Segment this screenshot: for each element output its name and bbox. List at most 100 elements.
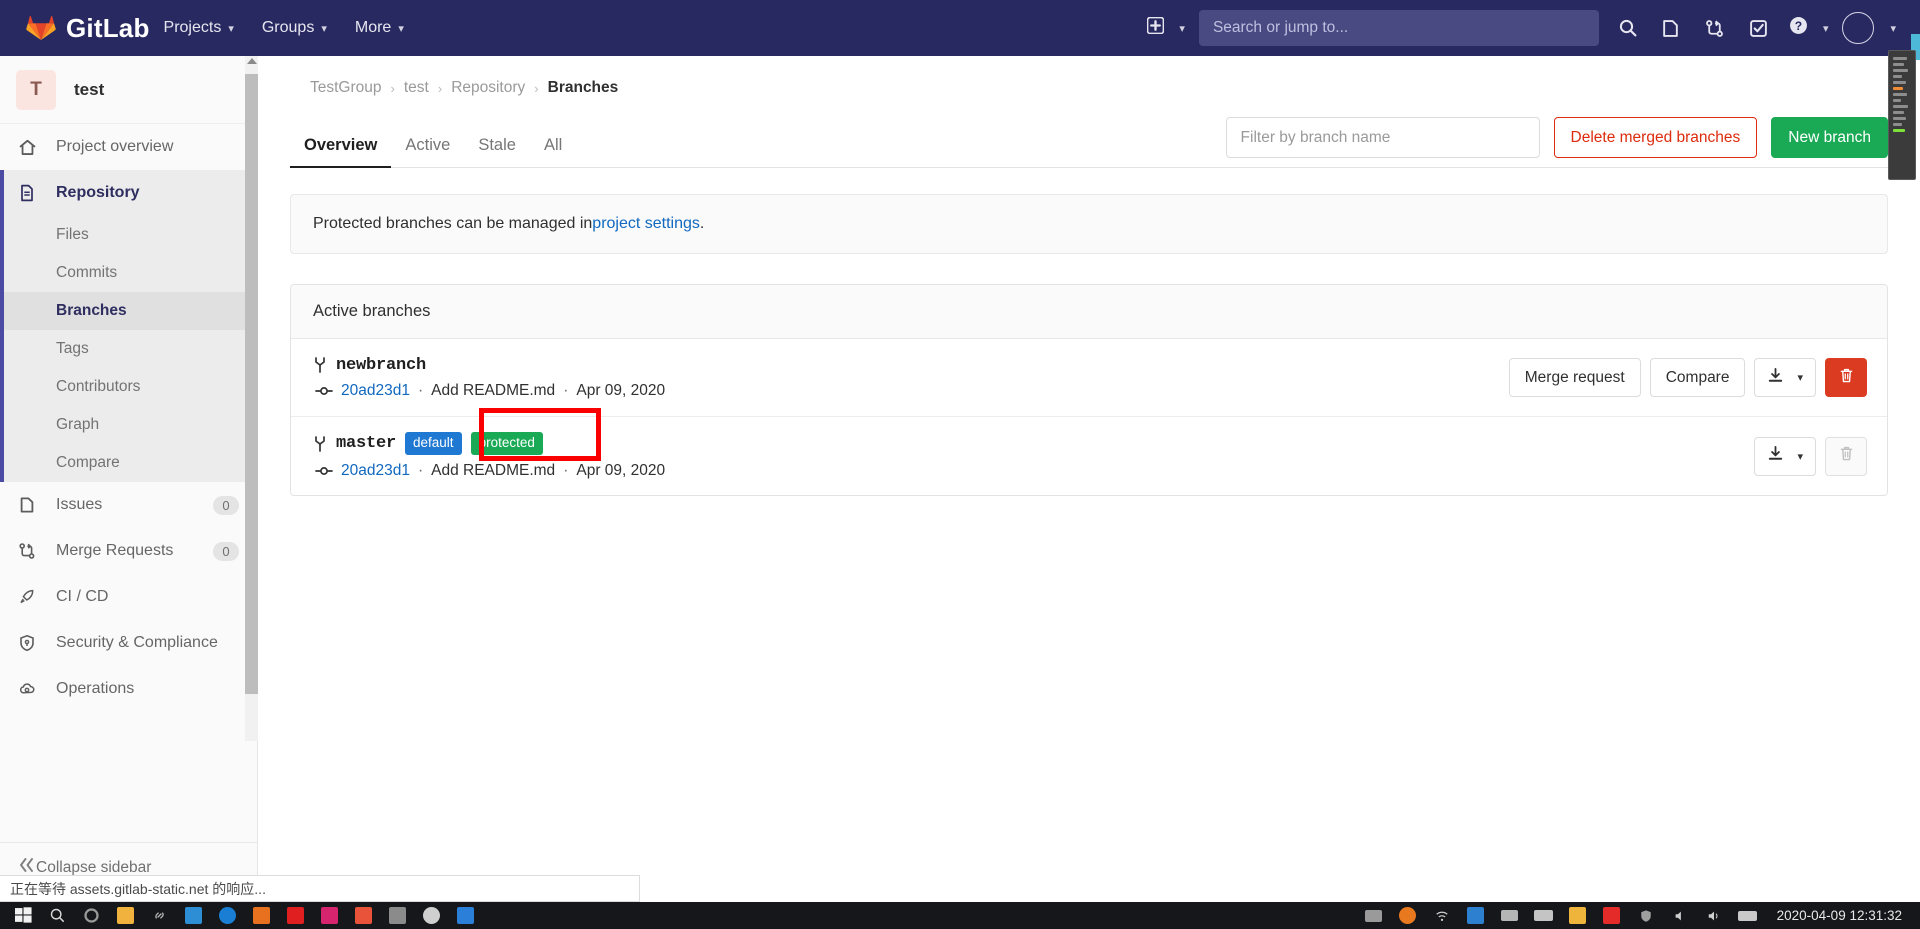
start-icon[interactable] [6,902,40,929]
sidebar-item-commits[interactable]: Commits [0,254,257,292]
sidebar-scrollbar-thumb[interactable] [245,74,258,694]
sidebar-item-count: 0 [213,541,239,561]
folder-icon[interactable] [108,902,142,929]
network-icon[interactable] [1425,902,1459,929]
window-icon[interactable] [1493,902,1527,929]
sidebar-item-tags[interactable]: Tags [0,330,257,368]
sidebar-item-ci-cd[interactable]: CI / CD [0,574,257,620]
project-header[interactable]: T test [0,56,257,124]
video-icon[interactable] [278,902,312,929]
volume-icon[interactable] [1697,902,1731,929]
nav-groups[interactable]: Groups ▾ [248,0,341,56]
tab-overview[interactable]: Overview [290,136,392,168]
compare-button[interactable]: Compare [1649,358,1746,397]
sidebar-item-contributors[interactable]: Contributors [0,368,257,406]
search-icon[interactable] [1607,10,1649,46]
commit-sha-link[interactable]: 20ad23d1 [341,462,410,480]
sidebar-item-security-compliance[interactable]: Security & Compliance [0,620,257,666]
breadcrumb-item-group[interactable]: TestGroup [310,79,382,97]
status-badge-protected: protected [470,432,543,455]
chrome-icon[interactable] [414,902,448,929]
breadcrumb-item-project[interactable]: test [404,79,429,97]
gitlab-logo-link[interactable]: GitLab [26,12,150,45]
taskbar-clock[interactable]: 2020-04-09 12:31:32 [1765,908,1914,923]
project-settings-link[interactable]: project settings [592,215,700,233]
cortana-icon[interactable] [74,902,108,929]
sidebar-item-operations[interactable]: Operations [0,666,257,712]
battery-icon[interactable] [1731,902,1765,929]
windows-taskbar: 2020-04-09 12:31:32 [0,902,1920,929]
merge-request-icon[interactable] [1693,8,1737,48]
new-item-button[interactable]: ▾ [1141,8,1191,48]
branch-name[interactable]: newbranch [336,356,426,375]
delete-merged-branches-button[interactable]: Delete merged branches [1553,117,1758,158]
delete-branch-button[interactable] [1825,358,1867,397]
sidebar-item-repository[interactable]: Repository [0,170,257,216]
sidebar-item-label: Project overview [56,138,174,155]
download-source-code-dropdown[interactable]: ▾ [1754,358,1816,397]
sidebar-scrollbar[interactable] [245,56,258,741]
sidebar-subitem-label: Contributors [56,378,141,395]
todos-icon[interactable] [1737,8,1781,48]
sidebar-item-files[interactable]: Files [0,216,257,254]
sidebar-item-compare[interactable]: Compare [0,444,257,482]
sidebar-item-graph[interactable]: Graph [0,406,257,444]
notes-icon[interactable] [244,902,278,929]
branch-name[interactable]: master [336,434,396,453]
tab-stale[interactable]: Stale [464,136,530,168]
shop-icon[interactable] [312,902,346,929]
merge-request-button[interactable]: Merge request [1508,358,1641,397]
sidebar-item-merge-requests[interactable]: Merge Requests 0 [0,528,257,574]
nav-more[interactable]: More ▾ [341,0,418,56]
help-menu-button[interactable]: ? ▾ [1781,8,1837,48]
breadcrumb: TestGroup › test › Repository › Branches [258,66,1920,110]
nav-projects[interactable]: Projects ▾ [150,0,248,56]
chevron-down-icon: ▾ [1797,372,1803,384]
folder2-icon[interactable] [1561,902,1595,929]
sidebar-item-count: 0 [213,495,239,515]
adobe-icon[interactable] [346,902,380,929]
sidebar-item-project-overview[interactable]: Project overview [0,124,257,170]
mail-icon[interactable] [1595,902,1629,929]
bluetooth-icon[interactable] [1459,902,1493,929]
firefox-icon[interactable] [1391,902,1425,929]
issues-icon [18,496,42,514]
store-icon[interactable] [448,902,482,929]
breadcrumb-item-repository[interactable]: Repository [451,79,525,97]
sidebar-item-issues[interactable]: Issues 0 [0,482,257,528]
global-search-box[interactable] [1198,10,1599,46]
status-bar-text: 正在等待 assets.gitlab-static.net 的响应... [10,880,266,897]
speaker-icon[interactable] [1663,902,1697,929]
shield-icon[interactable] [1629,902,1663,929]
user-menu-button[interactable]: ▾ [1836,8,1906,48]
terminal-icon[interactable] [380,902,414,929]
commit-separator: · [417,461,424,479]
tab-active[interactable]: Active [391,136,464,168]
sidebar-item-label: Repository [56,184,140,201]
sidebar-item-label: Operations [56,680,135,697]
browser-icon[interactable] [210,902,244,929]
commit-sha-link[interactable]: 20ad23d1 [341,382,410,400]
branch-filter-input[interactable] [1225,117,1540,158]
chevron-down-icon: ▾ [321,22,327,35]
search-input[interactable] [1198,19,1599,37]
sidebar-item-branches[interactable]: Branches [0,292,257,330]
link-icon[interactable] [142,902,176,929]
merge-request-icon [18,542,42,560]
new-branch-button[interactable]: New branch [1771,117,1888,158]
commit-icon [315,465,333,477]
editor-icon[interactable] [176,902,210,929]
keyboard-icon[interactable] [1527,902,1561,929]
issues-icon[interactable] [1649,8,1693,48]
search-icon[interactable] [40,902,74,929]
monitor-icon[interactable] [1357,902,1391,929]
commit-icon [315,385,333,397]
trash-icon [1838,367,1855,389]
tab-all[interactable]: All [530,136,576,168]
code-minimap-overlay [1888,50,1916,180]
download-source-code-dropdown[interactable]: ▾ [1754,436,1816,476]
branch-tabs: Overview Active Stale All [290,109,576,168]
table-row: newbranch 20ad23d1 · Add README.md · Apr… [291,339,1887,417]
scroll-up-arrow-icon[interactable] [247,58,257,64]
branch-info: master default protected 20ad23d1 · Add … [313,432,665,480]
